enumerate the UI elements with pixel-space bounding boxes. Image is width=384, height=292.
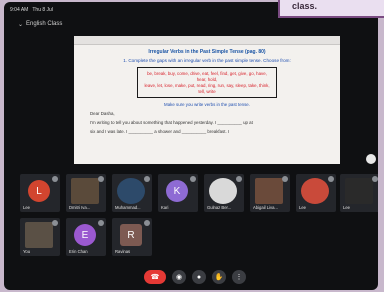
date-text: Thu 8 Jul xyxy=(32,7,53,13)
participant-tile[interactable]: L Lee xyxy=(20,174,60,212)
call-controls: ☎ ◉ ● ✋ ⋮ xyxy=(144,270,246,284)
verb-list-line-2: leave, let, lose, make, put, read, ring,… xyxy=(144,82,270,94)
more-button[interactable]: ⋮ xyxy=(232,270,246,284)
laptop-screen: 9:04 AM Thu 8 Jul ⌄ English Class Irregu… xyxy=(4,2,378,290)
more-options-icon[interactable] xyxy=(366,154,376,164)
end-call-button[interactable]: ☎ xyxy=(144,270,166,284)
clock-text: 9:04 AM xyxy=(10,7,29,13)
raise-hand-button[interactable]: ✋ xyxy=(212,270,226,284)
document-instruction: 1. Complete the gaps with an irregular v… xyxy=(123,58,291,63)
avatar: L xyxy=(28,180,50,202)
document-page: Irregular Verbs in the Past Simple Tense… xyxy=(74,45,340,134)
participant-name: Ravinas xyxy=(115,249,131,254)
participant-tile[interactable]: Lee xyxy=(340,174,378,212)
avatar xyxy=(209,178,237,204)
avatar: R xyxy=(120,224,142,246)
participant-name: Muhammad... xyxy=(115,205,141,210)
letter-greeting: Dear Dasha, xyxy=(90,111,115,117)
avatar xyxy=(71,178,99,204)
sticker-note: class. xyxy=(278,0,384,18)
mic-off-icon xyxy=(52,220,58,226)
status-bar: 9:04 AM Thu 8 Jul xyxy=(10,5,278,15)
participant-tile[interactable]: K Kari xyxy=(158,174,198,212)
verb-list-line-1: be, break, buy, come, drive, eat, feel, … xyxy=(147,70,267,82)
participant-tile[interactable]: You xyxy=(20,218,60,256)
participant-tile[interactable]: Lee xyxy=(296,174,336,212)
verb-list-box: be, break, buy, come, drive, eat, feel, … xyxy=(137,66,277,99)
meeting-title-bar: ⌄ English Class xyxy=(18,18,138,30)
participant-name: Erin Chan xyxy=(69,249,88,254)
mic-off-icon xyxy=(282,176,288,182)
shared-screen: Irregular Verbs in the Past Simple Tense… xyxy=(74,36,340,164)
mic-off-icon xyxy=(98,176,104,182)
participant-name: Lee xyxy=(23,205,30,210)
participant-tile[interactable]: Muhammad... xyxy=(112,174,152,212)
document-toolbar xyxy=(74,36,340,45)
camera-button[interactable]: ◉ xyxy=(172,270,186,284)
participant-name: Dmitri Iva... xyxy=(69,205,91,210)
participant-name: Abigail Liva... xyxy=(253,205,278,210)
document-title: Irregular Verbs in the Past Simple Tense… xyxy=(148,49,266,55)
avatar xyxy=(117,178,145,204)
document-note: Make sure you write verbs in the past te… xyxy=(164,102,250,108)
mic-off-icon xyxy=(328,176,334,182)
mic-off-icon xyxy=(372,176,378,182)
avatar xyxy=(301,178,329,204)
participant-tile[interactable]: Abigail Liva... xyxy=(250,174,290,212)
avatar xyxy=(345,178,373,204)
participant-tile[interactable]: R Ravinas xyxy=(112,218,152,256)
participant-tile[interactable]: Dmitri Iva... xyxy=(66,174,106,212)
meeting-title: English Class xyxy=(26,21,63,27)
avatar xyxy=(25,222,53,248)
participant-grid: L Lee Dmitri Iva... Muhammad... K Kari G… xyxy=(20,174,378,256)
mic-off-icon xyxy=(98,220,104,226)
mic-off-icon xyxy=(52,176,58,182)
mic-off-icon xyxy=(144,176,150,182)
mic-off-icon xyxy=(236,176,242,182)
mic-off-icon xyxy=(144,220,150,226)
participant-name: You xyxy=(23,249,31,254)
participant-name: Lee xyxy=(299,205,306,210)
avatar xyxy=(255,178,283,204)
letter-line-1: I'm writing to tell you about something … xyxy=(90,120,253,126)
participant-tile[interactable]: E Erin Chan xyxy=(66,218,106,256)
mic-button[interactable]: ● xyxy=(192,270,206,284)
participant-name: Kari xyxy=(161,205,169,210)
participant-name: Gulnaz Ber... xyxy=(207,205,232,210)
dropdown-icon[interactable]: ⌄ xyxy=(18,21,23,28)
participant-name: Lee xyxy=(343,205,350,210)
participant-tile[interactable]: Gulnaz Ber... xyxy=(204,174,244,212)
avatar: K xyxy=(166,180,188,202)
mic-off-icon xyxy=(190,176,196,182)
avatar: E xyxy=(74,224,96,246)
letter-line-2: six and I was late. I __________ a showe… xyxy=(90,129,230,135)
